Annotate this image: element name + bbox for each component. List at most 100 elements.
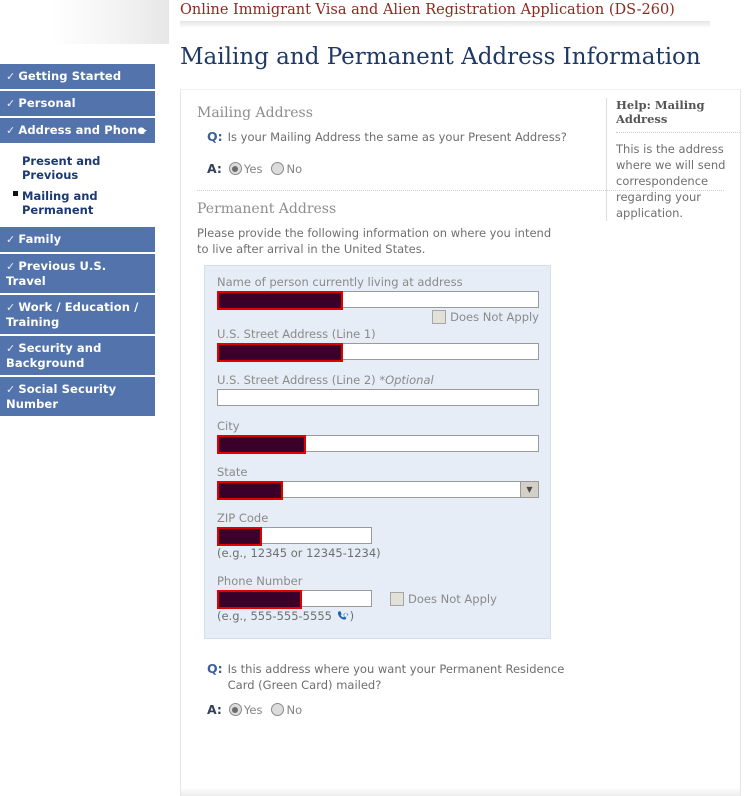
field-street-line-2: U.S. Street Address (Line 2) *Optional xyxy=(217,372,540,406)
field-state: State ▼ xyxy=(217,464,540,500)
sidebar-subitem-label: Present and Previous xyxy=(22,154,101,182)
checkbox-name-does-not-apply[interactable] xyxy=(432,310,447,324)
question-row: Q: Is your Mailing Address the same as y… xyxy=(207,129,572,145)
input-city[interactable] xyxy=(217,435,539,454)
sidebar-item-label: Getting Started xyxy=(18,69,122,83)
input-street-line-2[interactable] xyxy=(217,389,539,406)
check-icon: ✓ xyxy=(6,260,16,273)
check-icon: ✓ xyxy=(6,124,16,137)
site-logo-band xyxy=(0,0,169,44)
sidebar-item-personal[interactable]: ✓ Personal xyxy=(0,91,155,116)
answer-marker: A: xyxy=(207,702,222,717)
does-not-apply-row-phone: Does Not Apply xyxy=(390,591,497,606)
radio-green-card-yes[interactable] xyxy=(228,703,242,716)
phone-row: Does Not Apply xyxy=(217,590,540,609)
radio-mailing-same-no[interactable] xyxy=(271,162,285,175)
sidebar-item-label: Security and Background xyxy=(6,341,102,370)
input-street-line-1[interactable] xyxy=(217,343,539,362)
radio-mailing-same-yes[interactable] xyxy=(228,162,242,175)
check-icon: ✓ xyxy=(6,97,16,110)
sidebar-item-previous-us-travel[interactable]: ✓ Previous U.S. Travel xyxy=(0,254,155,293)
radio-green-card-no[interactable] xyxy=(271,703,285,716)
check-icon: ✓ xyxy=(6,301,16,314)
chevron-right-icon: ▶ xyxy=(139,125,147,136)
redaction-bar xyxy=(217,435,306,454)
radio-mailing-same-yes-label[interactable]: Yes xyxy=(244,162,263,176)
sidebar-item-label: Social Security Number xyxy=(6,382,117,411)
chevron-down-icon[interactable]: ▼ xyxy=(520,482,538,497)
radio-mailing-same-no-label[interactable]: No xyxy=(286,162,302,176)
field-phone-number: Phone Number Does Not Apply (e.g., 555-5… xyxy=(217,573,540,624)
check-icon: ✓ xyxy=(6,70,16,83)
input-name-of-person[interactable] xyxy=(217,291,539,310)
application-title: Online Immigrant Visa and Alien Registra… xyxy=(180,2,675,18)
question-marker: Q: xyxy=(207,661,223,676)
card-bottom-shade xyxy=(181,787,740,796)
sidebar-item-mailing-and-permanent[interactable]: Mailing and Permanent xyxy=(0,186,155,221)
help-panel-title: Help: Mailing Address xyxy=(616,98,740,133)
field-label: ZIP Code xyxy=(217,511,269,525)
sidebar-item-address-and-phone[interactable]: ✓ Address and Phone ▶ xyxy=(0,118,155,143)
sidebar-item-label: Family xyxy=(18,232,62,246)
page-title: Mailing and Permanent Address Informatio… xyxy=(180,44,701,70)
does-not-apply-row-name: Does Not Apply xyxy=(217,308,539,324)
answer-row: A: Yes No xyxy=(207,161,572,176)
select-state[interactable]: ▼ xyxy=(217,481,539,500)
field-label: State xyxy=(217,465,248,479)
sidebar-subnav: Present and Previous Mailing and Permane… xyxy=(0,145,155,227)
phone-call-icon[interactable] xyxy=(337,610,349,622)
zip-code-hint: (e.g., 12345 or 12345-1234) xyxy=(217,546,381,560)
sidebar-item-present-and-previous[interactable]: Present and Previous xyxy=(0,151,155,186)
check-icon: ✓ xyxy=(6,383,16,396)
sidebar-item-getting-started[interactable]: ✓ Getting Started xyxy=(0,64,155,89)
sidebar-item-family[interactable]: ✓ Family xyxy=(0,227,155,252)
field-label-text: U.S. Street Address (Line 2) xyxy=(217,373,380,387)
checkbox-phone-does-not-apply[interactable] xyxy=(390,591,404,606)
redaction-bar xyxy=(217,527,262,546)
content-card: Help: Mailing Address This is the addres… xyxy=(180,89,741,796)
permanent-address-intro: Please provide the following information… xyxy=(197,226,552,256)
field-street-line-1: U.S. Street Address (Line 1) xyxy=(217,326,540,362)
help-panel: Help: Mailing Address This is the addres… xyxy=(606,98,740,221)
field-label: U.S. Street Address (Line 1) xyxy=(217,327,376,341)
field-label-optional: *Optional xyxy=(379,373,434,387)
field-label: Phone Number xyxy=(217,574,303,588)
mailing-address-question-block: Q: Is your Mailing Address the same as y… xyxy=(197,129,572,176)
check-icon: ✓ xyxy=(6,342,16,355)
sidebar-item-label: Personal xyxy=(18,96,76,110)
radio-green-card-no-label[interactable]: No xyxy=(286,703,302,717)
title-divider xyxy=(180,21,710,28)
question-marker: Q: xyxy=(207,129,223,144)
field-label: Name of person currently living at addre… xyxy=(217,275,463,289)
answer-marker: A: xyxy=(207,161,222,176)
question-row: Q: Is this address where you want your P… xyxy=(207,661,577,693)
field-name-of-person: Name of person currently living at addre… xyxy=(217,274,540,324)
main-content: Online Immigrant Visa and Alien Registra… xyxy=(169,0,749,796)
sidebar-item-social-security-number[interactable]: ✓ Social Security Number xyxy=(0,377,155,416)
does-not-apply-label[interactable]: Does Not Apply xyxy=(408,592,497,606)
question-text: Is this address where you want your Perm… xyxy=(227,662,565,692)
redaction-bar xyxy=(217,481,283,500)
field-label: City xyxy=(217,419,240,433)
help-panel-body: This is the address where we will send c… xyxy=(616,142,726,220)
radio-green-card-yes-label[interactable]: Yes xyxy=(244,703,263,717)
input-zip-code[interactable] xyxy=(217,527,372,546)
sidebar-item-label: Address and Phone xyxy=(18,123,146,137)
permanent-address-form: Name of person currently living at addre… xyxy=(204,265,551,639)
field-city: City xyxy=(217,418,540,454)
input-phone-number[interactable] xyxy=(217,590,372,609)
sidebar-item-work-education-training[interactable]: ✓ Work / Education / Training xyxy=(0,295,155,334)
check-icon: ✓ xyxy=(6,233,16,246)
question-text: Is your Mailing Address the same as your… xyxy=(227,130,567,144)
field-label: U.S. Street Address (Line 2) *Optional xyxy=(217,372,540,389)
phone-number-hint: (e.g., 555-555-5555 ) xyxy=(217,607,540,624)
answer-row: A: Yes No xyxy=(207,702,577,717)
does-not-apply-label[interactable]: Does Not Apply xyxy=(450,310,539,324)
green-card-question-block: Q: Is this address where you want your P… xyxy=(197,661,577,717)
sidebar-navigation: ✓ Getting Started ✓ Personal ✓ Address and … xyxy=(0,64,155,418)
sidebar-subitem-label: Mailing and Permanent xyxy=(22,189,98,217)
phone-hint-prefix: (e.g., 555-555-5555 xyxy=(217,609,336,623)
redaction-bar xyxy=(217,590,302,609)
sidebar-item-security-and-background[interactable]: ✓ Security and Background xyxy=(0,336,155,375)
redaction-bar xyxy=(217,291,343,310)
